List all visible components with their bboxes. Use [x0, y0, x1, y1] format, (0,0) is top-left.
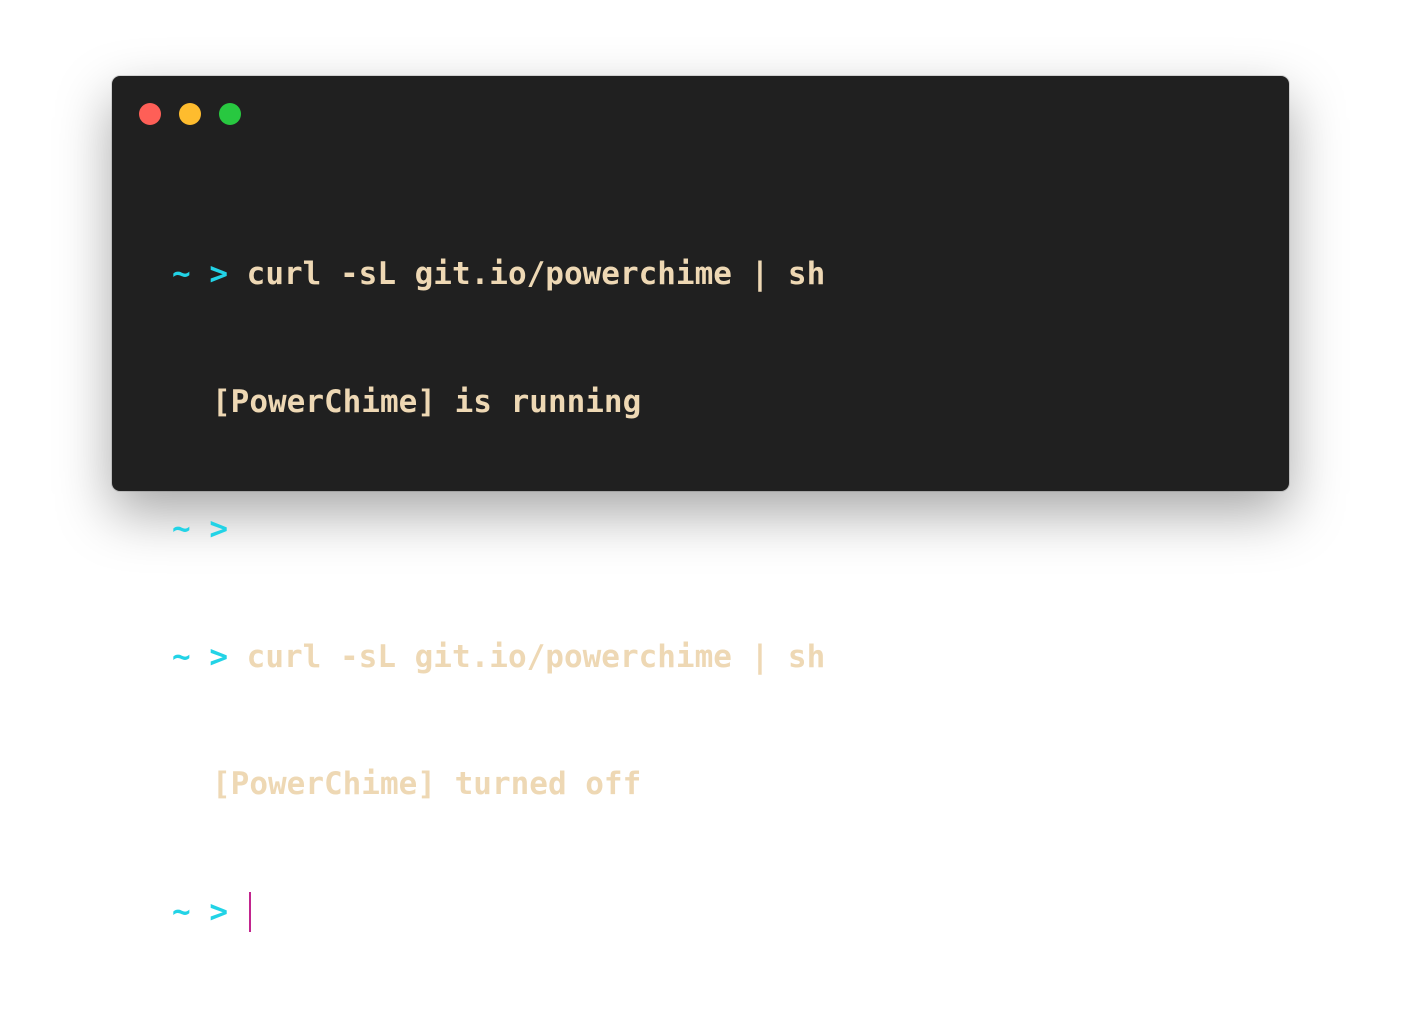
maximize-button[interactable] [219, 103, 241, 125]
prompt: ~ > [172, 638, 228, 675]
prompt: ~ > [172, 893, 228, 930]
terminal-window: ~ > curl -sL git.io/powerchime | sh [Pow… [112, 76, 1289, 932]
output-line: [PowerChime] is running [172, 381, 1249, 424]
active-command-line[interactable]: ~ > [172, 891, 1249, 934]
prompt: ~ > [172, 511, 228, 547]
output-text: [PowerChime] turned off [212, 766, 642, 802]
output-line: [PowerChime] turned off [172, 763, 1249, 806]
command-text: curl -sL git.io/powerchime | sh [246, 638, 826, 675]
command-text: curl -sL git.io/powerchime | sh [246, 256, 826, 292]
minimize-button[interactable] [179, 103, 201, 125]
output-text: [PowerChime] is running [212, 383, 642, 420]
command-line: ~ > [172, 508, 1249, 551]
text-cursor [248, 891, 251, 932]
command-line: ~ > curl -sL git.io/powerchime | sh [172, 253, 1249, 296]
terminal-output[interactable]: ~ > curl -sL git.io/powerchime | sh [Pow… [172, 168, 1249, 1018]
command-line: ~ > curl -sL git.io/powerchime | sh [172, 636, 1249, 679]
close-button[interactable] [139, 103, 161, 125]
window-controls [139, 103, 241, 125]
prompt: ~ > [172, 256, 228, 292]
